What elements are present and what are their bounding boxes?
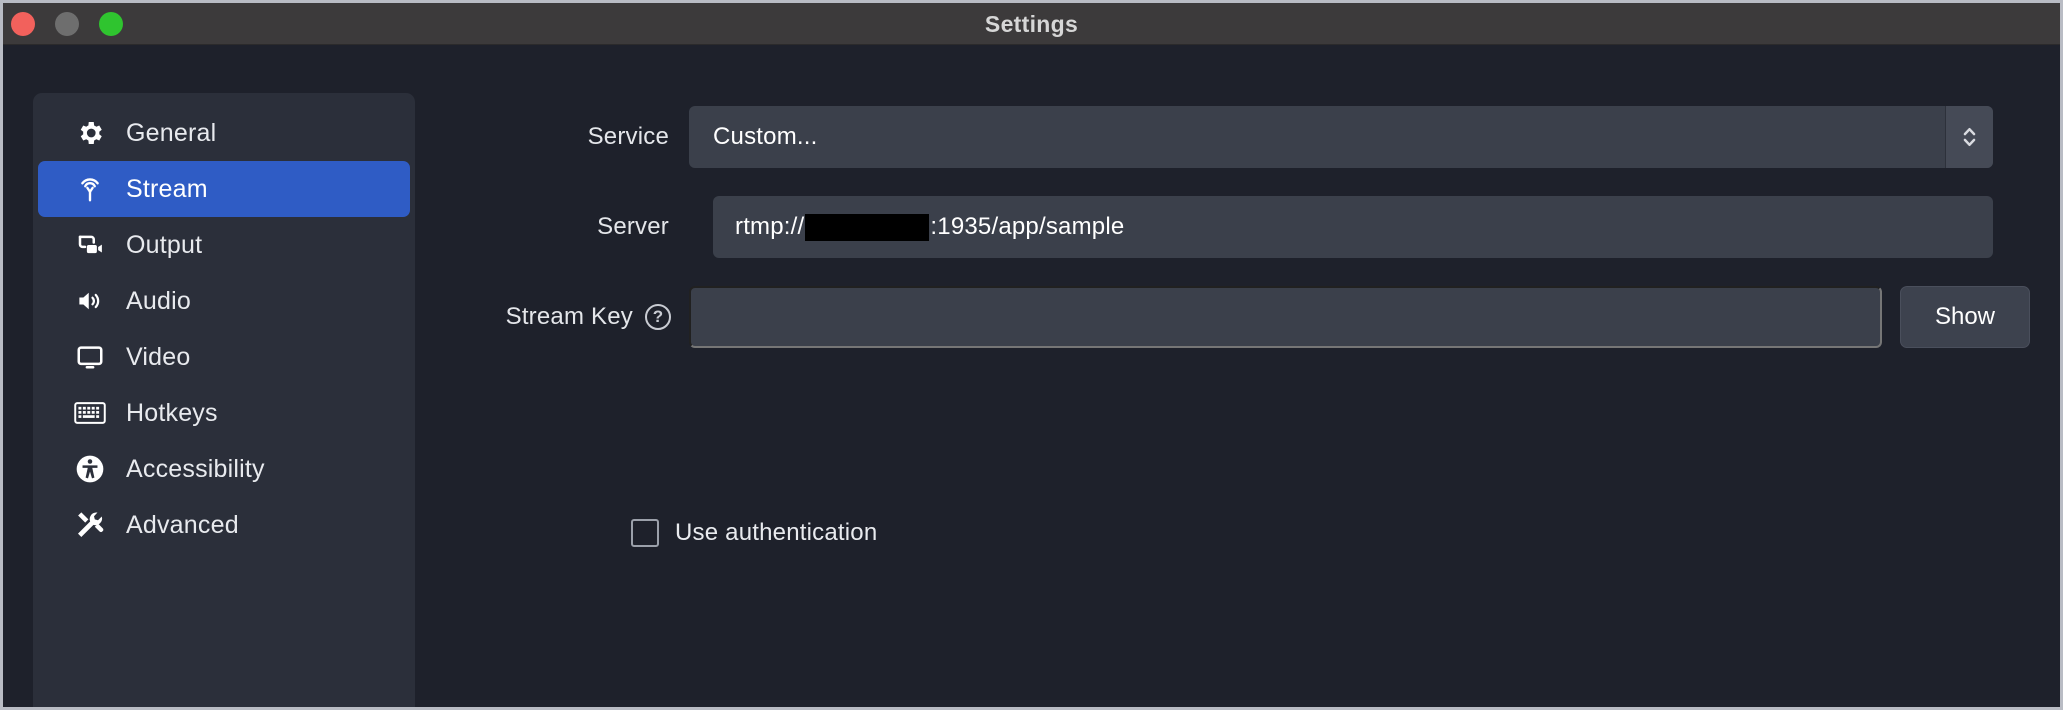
use-authentication-label: Use authentication: [675, 519, 878, 546]
sidebar-item-hotkeys[interactable]: Hotkeys: [38, 385, 410, 441]
window-title: Settings: [984, 11, 1079, 37]
tools-icon: [70, 508, 110, 542]
sidebar-item-label: Accessibility: [126, 454, 265, 483]
sidebar-item-video[interactable]: Video: [38, 329, 410, 385]
stream-settings-panel: Service Custom... Server rtmp://:1935/a…: [433, 93, 2036, 707]
stream-key-input[interactable]: [689, 286, 1882, 348]
speaker-icon: [70, 284, 110, 318]
settings-window: Settings General Stream Output Audio Vid…: [0, 0, 2063, 710]
server-value: rtmp:// :1935/app/sample: [713, 213, 1124, 241]
redaction-bar: [805, 213, 930, 241]
server-input[interactable]: rtmp:// :1935/app/sample: [713, 196, 1993, 258]
sidebar-item-advanced[interactable]: Advanced: [38, 497, 410, 553]
monitor-icon: [70, 340, 110, 374]
question-mark-icon[interactable]: ?: [645, 304, 671, 330]
broadcast-icon: [70, 172, 110, 206]
server-row: Server rtmp:// :1935/app/sample: [433, 196, 1993, 258]
title-bar: Settings: [3, 3, 2060, 45]
sidebar-item-label: Audio: [126, 286, 191, 315]
sidebar-item-label: Stream: [126, 174, 208, 203]
sidebar-item-label: Video: [126, 342, 191, 371]
service-select[interactable]: Custom...: [689, 106, 1993, 168]
sidebar-item-audio[interactable]: Audio: [38, 273, 410, 329]
sidebar-item-stream[interactable]: Stream: [38, 161, 410, 217]
sidebar-item-label: Advanced: [126, 510, 239, 539]
use-authentication-row[interactable]: Use authentication: [631, 513, 877, 553]
sidebar-item-accessibility[interactable]: Accessibility: [38, 441, 410, 497]
settings-sidebar: General Stream Output Audio Video Hotkey…: [33, 93, 415, 707]
show-stream-key-button[interactable]: Show: [1900, 286, 2030, 348]
sidebar-item-label: Output: [126, 230, 203, 259]
window-body: General Stream Output Audio Video Hotkey…: [3, 45, 2060, 707]
stream-key-label: Stream Key: [505, 303, 633, 330]
keyboard-icon: [70, 396, 110, 430]
accessibility-icon: [70, 452, 110, 486]
server-value-suffix: :1935/app/sample: [930, 213, 1125, 240]
sidebar-item-output[interactable]: Output: [38, 217, 410, 273]
service-selected-value: Custom...: [713, 123, 818, 150]
server-label: Server: [597, 213, 669, 240]
sidebar-item-label: Hotkeys: [126, 398, 218, 427]
server-value-prefix: rtmp://: [735, 213, 805, 240]
stream-key-row: Stream Key ? Show: [433, 286, 2030, 348]
chevron-up-down-icon[interactable]: [1945, 106, 1993, 168]
use-authentication-checkbox[interactable]: [631, 519, 659, 547]
service-row: Service Custom...: [433, 106, 1993, 168]
sidebar-item-general[interactable]: General: [38, 105, 410, 161]
gear-icon: [70, 116, 110, 150]
service-label: Service: [587, 123, 669, 150]
sidebar-item-label: General: [126, 118, 217, 147]
video-camera-icon: [70, 228, 110, 262]
